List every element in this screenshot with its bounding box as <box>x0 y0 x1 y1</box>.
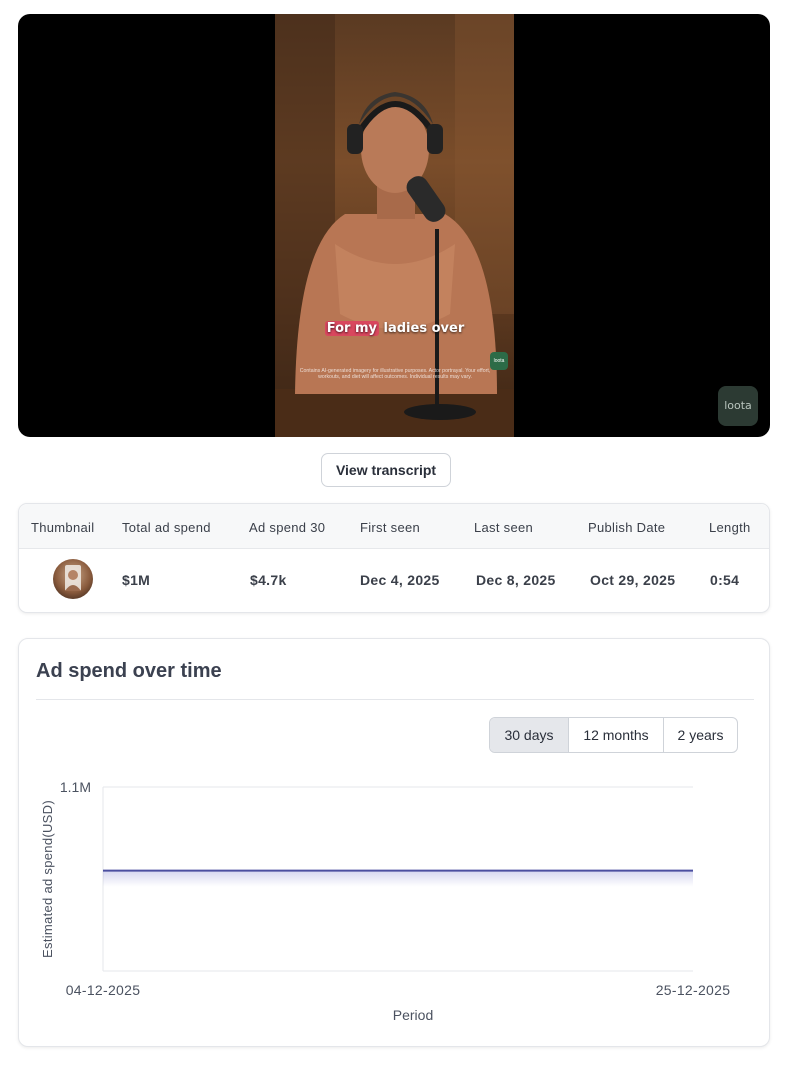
chart-card-title: Ad spend over time <box>36 660 222 682</box>
ad-thumbnail[interactable] <box>53 559 93 599</box>
header-ad-spend-30: Ad spend 30 <box>249 520 326 535</box>
y-axis-label: Estimated ad spend(USD) <box>40 800 55 958</box>
range-30-days-button[interactable]: 30 days <box>490 718 568 752</box>
video-caption: For my ladies over <box>324 321 465 336</box>
x-axis-label: Period <box>393 1007 433 1023</box>
cell-publish-date: Oct 29, 2025 <box>590 572 676 588</box>
header-first-seen: First seen <box>360 520 421 535</box>
y-tick-label: 1.1M <box>60 779 91 795</box>
time-range-selector: 30 days 12 months 2 years <box>489 717 738 753</box>
cell-total-ad-spend: $1M <box>122 572 151 588</box>
cell-first-seen: Dec 4, 2025 <box>360 572 440 588</box>
header-thumbnail: Thumbnail <box>31 520 95 535</box>
x-tick-label: 04-12-2025 <box>66 982 141 998</box>
view-transcript-button[interactable]: View transcript <box>321 453 451 487</box>
cell-length: 0:54 <box>710 572 740 588</box>
ad-spend-chart-card: Ad spend over time 30 days 12 months 2 y… <box>18 638 770 1047</box>
series-area <box>103 870 693 887</box>
range-12-months-button[interactable]: 12 months <box>568 718 663 752</box>
video-player[interactable]: For my ladies over Contains AI-generated… <box>18 14 770 437</box>
thumbnail-image <box>65 565 81 591</box>
x-tick-label: 25-12-2025 <box>656 982 731 998</box>
ad-stats-table: Thumbnail Total ad spend Ad spend 30 Fir… <box>18 503 770 613</box>
cell-last-seen: Dec 8, 2025 <box>476 572 556 588</box>
header-total-ad-spend: Total ad spend <box>122 520 211 535</box>
header-publish-date: Publish Date <box>588 520 666 535</box>
video-frame[interactable]: For my ladies over Contains AI-generated… <box>275 14 514 437</box>
watermark-logo: loota <box>718 386 758 426</box>
cell-ad-spend-30: $4.7k <box>250 572 287 588</box>
header-length: Length <box>709 520 751 535</box>
video-disclaimer: Contains AI-generated imagery for illust… <box>299 368 491 380</box>
brand-logo-small: loota <box>490 352 508 370</box>
range-2-years-button[interactable]: 2 years <box>663 718 737 752</box>
ad-spend-chart[interactable]: 1.1M Estimated ad spend(USD) 04-12-2025 25-… <box>19 769 769 1039</box>
header-last-seen: Last seen <box>474 520 534 535</box>
divider <box>36 699 754 700</box>
